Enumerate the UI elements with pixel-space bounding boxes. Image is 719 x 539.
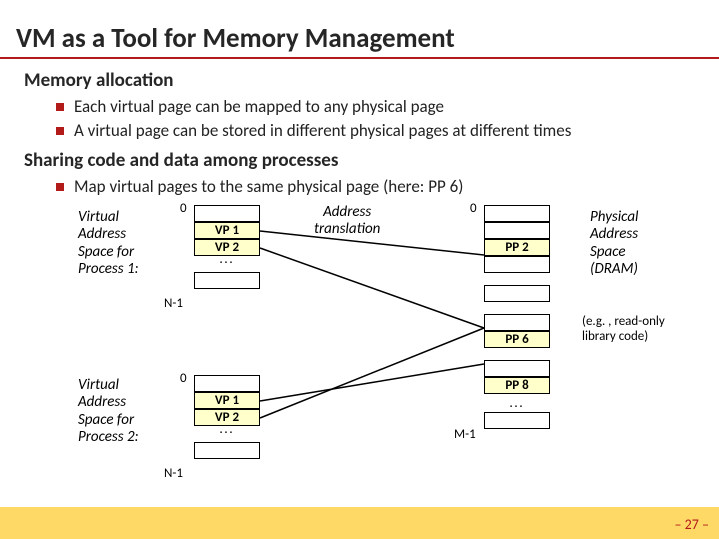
eg-label: (e.g. , read-only library code) bbox=[582, 315, 665, 345]
bullet-text: Map virtual pages to the same physical p… bbox=[74, 176, 463, 197]
pas-label: Physical Address Space (DRAM) bbox=[590, 209, 638, 278]
label-line: library code) bbox=[582, 330, 665, 345]
ellipsis: ... bbox=[194, 426, 260, 436]
diagram: Virtual Address Space for Process 1: 0 V… bbox=[24, 201, 704, 481]
page-cell-pp8: PP 8 bbox=[484, 377, 550, 394]
page-cell bbox=[484, 314, 550, 331]
label-line: Address bbox=[78, 394, 139, 411]
page-cell bbox=[194, 272, 260, 289]
page-cell bbox=[484, 205, 550, 222]
page-cell bbox=[484, 222, 550, 239]
label-line: Virtual bbox=[78, 377, 139, 394]
section2-heading: Sharing code and data among processes bbox=[24, 149, 719, 172]
footer-bar bbox=[0, 507, 719, 539]
page-cell bbox=[194, 205, 260, 222]
section2-bullets: Map virtual pages to the same physical p… bbox=[56, 176, 719, 197]
label-line: Virtual bbox=[78, 209, 139, 226]
label-line: Address bbox=[314, 204, 380, 221]
label-line: Process 1: bbox=[78, 261, 139, 278]
label-line: Process 2: bbox=[78, 429, 139, 446]
bullet-text: A virtual page can be stored in differen… bbox=[74, 120, 571, 141]
page-cell bbox=[484, 360, 550, 377]
page-cell bbox=[484, 285, 550, 302]
bullet-square-icon bbox=[56, 183, 64, 191]
page-number: – 27 – bbox=[675, 516, 709, 533]
page-cell bbox=[484, 256, 550, 273]
page-cell bbox=[194, 375, 260, 392]
bullet-square-icon bbox=[56, 127, 64, 135]
ellipsis: ... bbox=[194, 256, 260, 266]
index-m1: M-1 bbox=[454, 427, 476, 442]
page-cell-vp1: VP 1 bbox=[194, 392, 260, 409]
address-translation-label: Address translation bbox=[314, 204, 380, 239]
page-cell-pp2: PP 2 bbox=[484, 239, 550, 256]
section1-heading: Memory allocation bbox=[24, 69, 719, 92]
label-line: Physical bbox=[590, 209, 638, 226]
bullet-square-icon bbox=[56, 103, 64, 111]
label-line: Space for bbox=[78, 244, 139, 261]
physical-column: PP 2 PP 6 PP 8 ... bbox=[484, 205, 550, 429]
label-line: Address bbox=[78, 226, 139, 243]
vas1-column: VP 1 VP 2 ... bbox=[194, 205, 260, 289]
page-cell bbox=[194, 442, 260, 459]
vas2-label: Virtual Address Space for Process 2: bbox=[78, 377, 139, 446]
index-zero: 0 bbox=[180, 371, 187, 386]
bullet-text: Each virtual page can be mapped to any p… bbox=[74, 96, 444, 117]
vas2-column: VP 1 VP 2 ... bbox=[194, 375, 260, 459]
label-line: Space bbox=[590, 244, 638, 261]
label-line: Address bbox=[590, 226, 638, 243]
page-cell-vp1: VP 1 bbox=[194, 222, 260, 239]
vas1-label: Virtual Address Space for Process 1: bbox=[78, 209, 139, 278]
index-zero: 0 bbox=[470, 201, 477, 216]
label-line: Space for bbox=[78, 412, 139, 429]
ellipsis: ... bbox=[484, 400, 550, 410]
label-line: (DRAM) bbox=[590, 261, 638, 278]
section1-bullets: Each virtual page can be mapped to any p… bbox=[56, 96, 719, 141]
label-line: translation bbox=[314, 221, 380, 238]
label-line: (e.g. , read-only bbox=[582, 315, 665, 330]
page-cell bbox=[484, 412, 550, 429]
slide-title: VM as a Tool for Memory Management bbox=[0, 0, 719, 59]
index-n1: N-1 bbox=[164, 466, 183, 481]
page-cell-pp6: PP 6 bbox=[484, 331, 550, 348]
index-zero: 0 bbox=[180, 201, 187, 216]
index-n1: N-1 bbox=[164, 296, 183, 311]
